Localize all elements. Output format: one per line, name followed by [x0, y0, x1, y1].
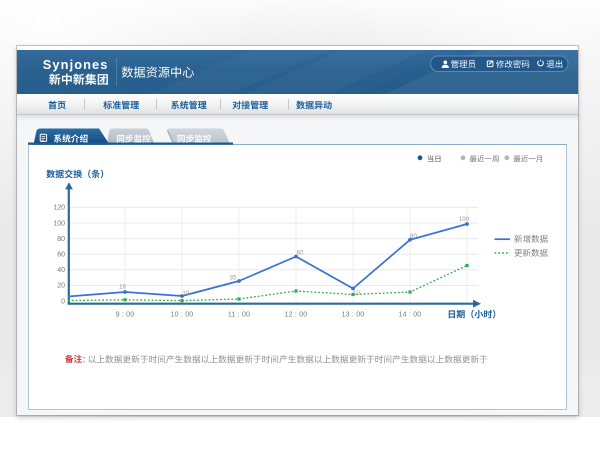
svg-text:11 : 00: 11 : 00 [228, 312, 250, 319]
svg-text:20: 20 [57, 283, 65, 290]
svg-text:80: 80 [57, 236, 65, 243]
svg-text:100: 100 [53, 220, 65, 227]
svg-text:35: 35 [230, 274, 237, 281]
svg-text:9 : 00: 9 : 00 [116, 312, 135, 319]
svg-text:13 : 00: 13 : 00 [342, 312, 365, 319]
svg-text:60: 60 [297, 250, 304, 257]
svg-text:0: 0 [61, 298, 65, 305]
svg-text:10 : 00: 10 : 00 [171, 312, 194, 319]
svg-text:18: 18 [119, 283, 126, 290]
svg-text:60: 60 [57, 252, 65, 259]
svg-text:14 : 00: 14 : 00 [399, 312, 422, 319]
svg-text:40: 40 [57, 267, 65, 274]
svg-text:120: 120 [53, 205, 65, 212]
svg-text:10: 10 [182, 290, 189, 297]
svg-text:100: 100 [459, 216, 470, 223]
svg-text:Synjones: Synjones [43, 57, 109, 72]
svg-text:10: 10 [353, 290, 360, 297]
svg-text:12 : 00: 12 : 00 [285, 312, 308, 319]
svg-text:80: 80 [410, 233, 417, 240]
